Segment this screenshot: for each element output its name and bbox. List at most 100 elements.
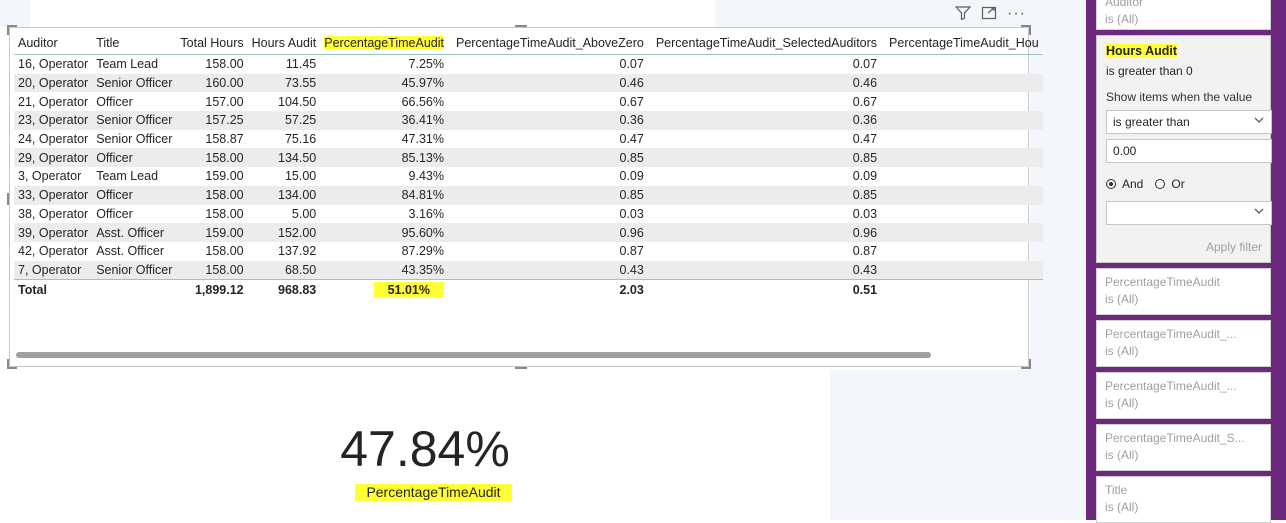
column-header[interactable]: Hours Audit xyxy=(247,32,321,55)
table-cell: 0.87 xyxy=(619,244,644,259)
table-cell: 45.97% xyxy=(320,73,448,93)
table-row[interactable]: 39, Operator Asst. Officer 159.00 152.00 95.… xyxy=(14,223,1043,242)
table-cell: 157.25 xyxy=(176,111,248,130)
resize-handle-bottom[interactable] xyxy=(515,367,527,369)
filter-icon[interactable] xyxy=(954,6,972,22)
table-cell xyxy=(881,167,1043,186)
filter-card[interactable]: PercentageTimeAudit_S... is (All) xyxy=(1096,424,1271,471)
second-condition-dropdown[interactable] xyxy=(1106,201,1272,225)
table-cell: 0.47 xyxy=(852,132,878,147)
data-table: Auditor Title Total Hours Hours Audit Pe… xyxy=(14,32,1043,300)
table-cell: 0.03 xyxy=(852,206,878,221)
table-cell: 152.00 xyxy=(247,223,321,242)
filter-card[interactable]: PercentageTimeAudit_... is (All) xyxy=(1096,372,1271,419)
more-options-icon[interactable]: ··· xyxy=(1007,6,1026,22)
column-header[interactable]: Title xyxy=(92,32,177,55)
table-cell: Senior Officer xyxy=(96,132,173,147)
column-header[interactable]: PercentageTimeAudit xyxy=(320,32,448,55)
table-cell xyxy=(881,260,1043,280)
table-cell: 0.36 xyxy=(448,111,648,130)
filter-card-title: PercentageTimeAudit_S... xyxy=(1105,431,1245,445)
table-cell xyxy=(881,111,1043,130)
column-header[interactable]: PercentageTimeAudit_SelectedAuditors xyxy=(647,32,882,55)
or-radio[interactable] xyxy=(1155,179,1166,189)
table-cell: 0.67 xyxy=(619,94,644,109)
table-cell: 160.00 xyxy=(176,73,248,93)
table-cell: 158.00 xyxy=(176,185,248,205)
table-cell: Senior Officer xyxy=(92,260,177,280)
horizontal-scrollbar[interactable] xyxy=(16,352,931,358)
table-row[interactable]: 16, Operator Team Lead 158.00 11.45 7.25% 0.0… xyxy=(14,55,1043,74)
table-cell: 21, Operator xyxy=(18,94,89,109)
table-cell xyxy=(881,223,1043,242)
card-label: PercentageTimeAudit xyxy=(355,484,512,501)
table-cell: 134.00 xyxy=(247,185,321,205)
table-cell: 0.67 xyxy=(852,94,878,109)
filter-card[interactable]: Title is (All) xyxy=(1096,476,1271,523)
focus-mode-icon[interactable] xyxy=(981,6,997,22)
table-cell: 16, Operator xyxy=(18,57,89,72)
or-label: Or xyxy=(1171,177,1185,191)
table-row[interactable]: 42, Operator Asst. Officer 158.00 137.92 87.… xyxy=(14,242,1043,261)
apply-filter-button[interactable]: Apply filter xyxy=(1206,240,1262,254)
table-cell: 158.00 xyxy=(205,57,244,72)
table-cell: Team Lead xyxy=(96,57,159,72)
table-row[interactable]: 23, Operator Senior Officer 157.25 57.25 36.… xyxy=(14,111,1043,130)
condition-dropdown[interactable]: is greater than xyxy=(1106,110,1272,134)
column-header[interactable]: PercentageTimeAudit_AboveZero xyxy=(448,32,648,55)
table-cell: 33, Operator xyxy=(14,185,93,205)
filter-card-state: is (All) xyxy=(1105,12,1139,26)
column-header[interactable]: Total Hours xyxy=(176,32,248,55)
table-cell: 68.50 xyxy=(247,260,321,280)
filter-card-title: Auditor xyxy=(1105,0,1144,9)
table-cell: 0.03 xyxy=(619,206,644,221)
table-cell: 0.07 xyxy=(619,57,644,72)
table-cell: 2.03 xyxy=(448,279,648,300)
filter-card-title: PercentageTimeAudit_... xyxy=(1105,327,1237,341)
filter-card[interactable]: PercentageTimeAudit is (All) xyxy=(1096,268,1271,315)
table-cell: 0.36 xyxy=(647,111,882,130)
filter-card[interactable]: PercentageTimeAudit_... is (All) xyxy=(1096,320,1271,367)
table-cell: Senior Officer xyxy=(92,111,177,130)
table-row[interactable]: 33, Operator Officer 158.00 134.00 84.81% 0.8… xyxy=(14,185,1043,205)
condition-value: is greater than xyxy=(1113,115,1190,129)
table-cell: 9.43% xyxy=(408,169,444,184)
filter-card-auditor[interactable]: Auditor is (All) xyxy=(1096,0,1271,30)
table-row[interactable]: 24, Operator Senior Officer 158.87 75.16 47.… xyxy=(14,130,1043,149)
table-cell: 0.87 xyxy=(852,244,878,259)
column-header[interactable]: PercentageTimeAudit_Hou xyxy=(881,32,1043,55)
table-row[interactable]: 29, Operator Officer 158.00 134.50 85.13% 0.8… xyxy=(14,148,1043,168)
table-cell: 87.29% xyxy=(401,244,444,259)
table-cell: 0.09 xyxy=(852,169,878,184)
table-cell: 84.81% xyxy=(320,185,448,205)
filter-card-state: is (All) xyxy=(1105,292,1139,306)
filter-card-state: is (All) xyxy=(1105,448,1139,462)
column-header[interactable]: Auditor xyxy=(14,32,93,55)
table-row[interactable]: 38, Operator Officer 158.00 5.00 3.16% 0.03 0.… xyxy=(14,205,1043,224)
table-cell: 29, Operator xyxy=(14,148,93,168)
table-cell: 66.56% xyxy=(401,94,444,109)
table-cell: 157.00 xyxy=(205,94,244,109)
resize-handle-left[interactable] xyxy=(7,193,9,205)
table-cell: 23, Operator xyxy=(14,111,93,130)
table-visual[interactable]: ··· Auditor Title Total Hours Hours Audi… xyxy=(7,6,1043,369)
table-cell: Officer xyxy=(92,185,177,205)
value-input[interactable]: 0.00 xyxy=(1106,139,1272,163)
and-radio[interactable] xyxy=(1106,179,1116,189)
table-cell: 3, Operator xyxy=(18,169,82,184)
table-cell xyxy=(881,92,1043,111)
table-cell xyxy=(881,55,1043,74)
filter-card-hours-audit[interactable]: Hours Audit is greater than 0 Show items… xyxy=(1096,35,1272,263)
table-row[interactable]: 7, Operator Senior Officer 158.00 68.50 43.3… xyxy=(14,260,1043,280)
table-row[interactable]: 21, Operator Officer 157.00 104.50 66.56% 0.6… xyxy=(14,92,1043,111)
table-row[interactable]: 3, Operator Team Lead 159.00 15.00 9.43% 0.09… xyxy=(14,167,1043,186)
filter-card-state: is (All) xyxy=(1105,500,1139,514)
table-cell: 134.50 xyxy=(247,148,321,168)
filter-card-title: Title xyxy=(1105,483,1128,497)
table-cell: 7, Operator xyxy=(14,260,93,280)
resize-handle-top[interactable] xyxy=(515,25,527,27)
table-cell: Team Lead xyxy=(96,169,159,184)
table-total-row: Total 1,899.12 968.83 51.01% 2.03 0.51 xyxy=(14,279,1043,300)
table-row[interactable]: 20, Operator Senior Officer 160.00 73.55 45.… xyxy=(14,73,1043,93)
table-cell: 42, Operator xyxy=(18,244,89,259)
